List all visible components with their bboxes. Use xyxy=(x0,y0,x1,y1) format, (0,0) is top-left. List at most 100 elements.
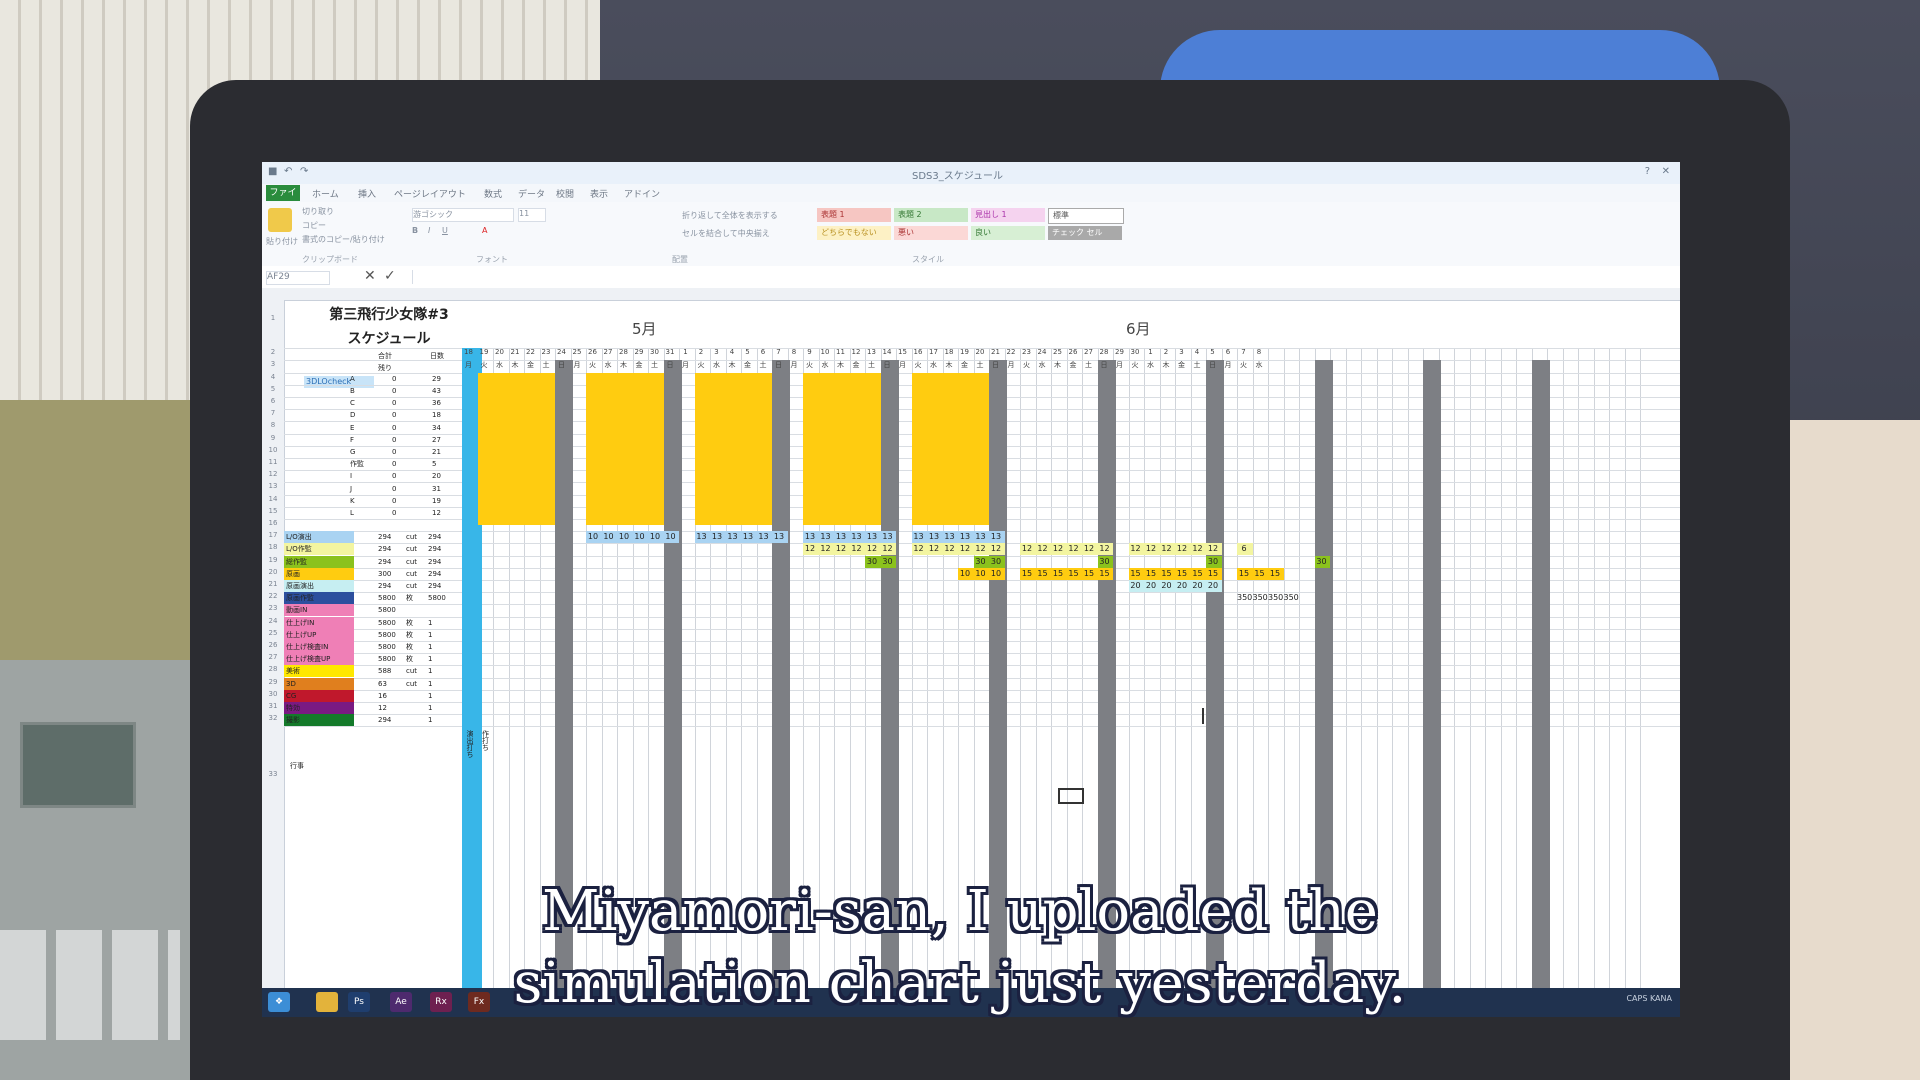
name-box[interactable]: AF29 xyxy=(266,271,330,285)
process-remaining: 1 xyxy=(428,667,433,676)
row-number[interactable]: 20 xyxy=(262,568,284,576)
style-heading1[interactable]: 見出し 1 xyxy=(971,208,1045,222)
merge-center-button[interactable]: セルを結合して中央揃え xyxy=(682,228,770,239)
format-painter-button[interactable]: 書式のコピー/貼り付け xyxy=(302,234,385,245)
tab-data[interactable]: データ xyxy=(518,187,545,200)
row-number[interactable]: 1 xyxy=(262,314,284,322)
row-number[interactable]: 26 xyxy=(262,641,284,649)
weekday-label: 日 xyxy=(992,361,999,369)
process-label: 3D xyxy=(286,679,296,688)
row-number[interactable]: 17 xyxy=(262,531,284,539)
tab-insert[interactable]: 挿入 xyxy=(358,187,376,200)
paste-button[interactable]: 貼り付け xyxy=(266,236,298,247)
row-number[interactable]: 15 xyxy=(262,507,284,515)
value-cell: 10 xyxy=(975,568,986,578)
row-number[interactable]: 12 xyxy=(262,470,284,478)
underline-button[interactable]: U xyxy=(442,226,448,235)
row-number[interactable]: 33 xyxy=(262,770,284,778)
value-cell: 13 xyxy=(944,532,955,542)
row-number[interactable]: 2 xyxy=(262,348,284,356)
row-number[interactable]: 3 xyxy=(262,360,284,368)
row-number[interactable]: 8 xyxy=(262,421,284,429)
value-cell: 15 xyxy=(1130,568,1141,578)
weekday-label: 月 xyxy=(682,361,689,369)
copy-button[interactable]: コピー xyxy=(302,220,326,231)
tab-review[interactable]: 校閲 xyxy=(556,187,574,200)
tab-file[interactable]: ファイル xyxy=(266,185,300,214)
grid-line-h xyxy=(284,653,1680,655)
style-bad[interactable]: 悪い xyxy=(894,226,968,240)
font-size-select[interactable]: 11 xyxy=(518,208,546,222)
row-number[interactable]: 10 xyxy=(262,446,284,454)
tab-formulas[interactable]: 数式 xyxy=(484,187,502,200)
paste-icon[interactable] xyxy=(268,208,292,232)
value-cell: 13 xyxy=(913,532,924,542)
value-cell: 12 xyxy=(928,544,940,554)
style-check-cell[interactable]: チェック セル xyxy=(1048,226,1122,240)
row-number[interactable]: 29 xyxy=(262,678,284,686)
cancel-icon[interactable]: ✕ xyxy=(364,268,376,284)
value-cell: 10 xyxy=(587,532,599,542)
row-number[interactable]: 6 xyxy=(262,397,284,405)
day-number: 1 xyxy=(683,348,688,356)
bold-button[interactable]: B xyxy=(412,226,418,235)
row-number[interactable]: 25 xyxy=(262,629,284,637)
weekday-label: 木 xyxy=(1054,361,1061,369)
row-number[interactable]: 14 xyxy=(262,495,284,503)
row-number[interactable]: 11 xyxy=(262,458,284,466)
value-cell: 13 xyxy=(975,532,986,542)
redo-icon[interactable]: ↷ xyxy=(300,166,308,177)
grid-line-h xyxy=(284,714,1680,716)
tab-home[interactable]: ホーム xyxy=(312,187,339,200)
value-cell: 13 xyxy=(851,532,862,542)
style-title1[interactable]: 表題 1 xyxy=(817,208,891,222)
day-number: 25 xyxy=(572,348,582,356)
row-number[interactable]: 30 xyxy=(262,690,284,698)
row-number[interactable]: 9 xyxy=(262,434,284,442)
style-good[interactable]: 良い xyxy=(971,226,1045,240)
enter-icon[interactable]: ✓ xyxy=(384,268,396,284)
row-number[interactable]: 7 xyxy=(262,409,284,417)
grid-line-h xyxy=(284,604,1680,606)
weekday-label: 金 xyxy=(961,361,968,369)
tab-addins[interactable]: アドイン xyxy=(624,187,660,200)
row-number[interactable]: 23 xyxy=(262,604,284,612)
wrap-text-button[interactable]: 折り返して全体を表示する xyxy=(682,210,778,221)
row-number[interactable]: 19 xyxy=(262,556,284,564)
row-number[interactable]: 21 xyxy=(262,580,284,588)
row-number[interactable]: 5 xyxy=(262,385,284,393)
weekday-label: 金 xyxy=(1069,361,1077,369)
row-number[interactable]: 28 xyxy=(262,665,284,673)
value-cell: 30 xyxy=(866,556,878,566)
tab-view[interactable]: 表示 xyxy=(590,187,608,200)
style-normal[interactable]: 標準 xyxy=(1048,208,1124,224)
undo-icon[interactable]: ↶ xyxy=(284,166,292,177)
row-number[interactable]: 31 xyxy=(262,702,284,710)
ribbon: 貼り付け 切り取り コピー 書式のコピー/貼り付け クリップボード 游ゴシック … xyxy=(262,202,1680,267)
help-icon[interactable]: ? xyxy=(1645,166,1650,177)
italic-button[interactable]: I xyxy=(428,226,430,235)
close-icon[interactable]: ✕ xyxy=(1662,166,1670,177)
row-number[interactable]: 4 xyxy=(262,373,284,381)
save-icon[interactable]: ■ xyxy=(268,166,277,177)
formula-input[interactable] xyxy=(412,270,1633,284)
value-cell: 13 xyxy=(990,532,1002,542)
row-number[interactable]: 18 xyxy=(262,543,284,551)
process-unit: cut xyxy=(406,679,418,688)
value-cell: 13 xyxy=(882,532,893,542)
row-number[interactable]: 27 xyxy=(262,653,284,661)
row-number[interactable]: 32 xyxy=(262,714,284,722)
row-number[interactable]: 24 xyxy=(262,617,284,625)
style-title2[interactable]: 表題 2 xyxy=(894,208,968,222)
value-cell: 350 xyxy=(1237,593,1253,603)
cut-button[interactable]: 切り取り xyxy=(302,206,334,217)
tab-page-layout[interactable]: ページレイアウト xyxy=(394,187,466,200)
font-color-icon[interactable]: A xyxy=(482,226,487,235)
style-neutral[interactable]: どちらでもない xyxy=(817,226,891,240)
row-number[interactable]: 13 xyxy=(262,482,284,490)
day-number: 4 xyxy=(729,348,735,356)
row-number[interactable]: 22 xyxy=(262,592,284,600)
font-name-select[interactable]: 游ゴシック xyxy=(412,208,514,222)
row-number[interactable]: 16 xyxy=(262,519,284,527)
day-number: 30 xyxy=(650,348,659,356)
